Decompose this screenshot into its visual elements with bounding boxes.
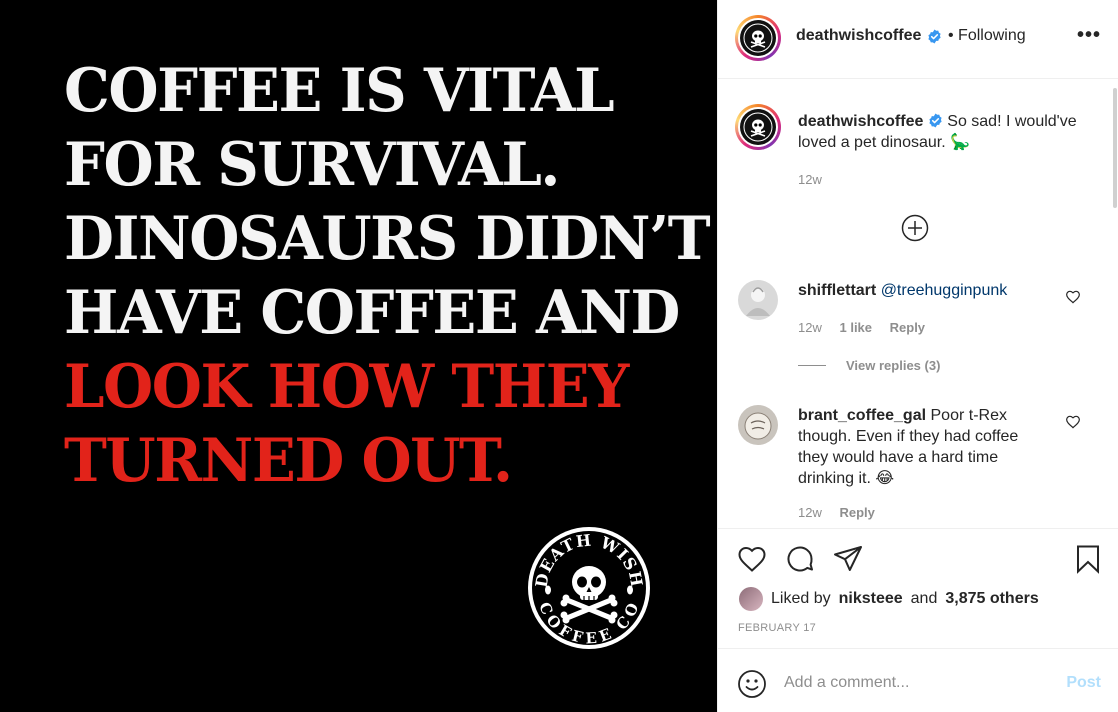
- comment-time[interactable]: 12w: [798, 320, 822, 335]
- divider-line: [798, 365, 826, 366]
- share-paper-plane-icon[interactable]: [832, 543, 864, 575]
- liked-by: Liked by niksteee and 3,875 others: [739, 587, 1039, 611]
- comment-username[interactable]: brant_coffee_gal: [798, 407, 926, 424]
- skull-icon: [743, 23, 773, 53]
- like-comment-heart-icon[interactable]: [1065, 289, 1081, 305]
- comments-list[interactable]: deathwishcoffee So sad! I would've loved…: [718, 80, 1118, 528]
- comment-avatar[interactable]: [738, 405, 778, 445]
- comment-time[interactable]: 12w: [798, 505, 822, 520]
- liker-avatar[interactable]: [739, 587, 763, 611]
- load-more-comments-icon[interactable]: [901, 214, 929, 242]
- add-comment-input[interactable]: [784, 669, 1044, 697]
- reply-button[interactable]: Reply: [839, 505, 874, 520]
- headline-line-red: LOOK HOW THEY: [64, 352, 629, 422]
- headline-line: FOR SURVIVAL.: [64, 130, 560, 200]
- liked-by-and: and: [910, 590, 938, 607]
- headline-line: DINOSAURS DIDN’T: [64, 204, 711, 274]
- header-username-text[interactable]: deathwishcoffee: [796, 27, 921, 45]
- view-replies-label[interactable]: View replies (3): [846, 358, 940, 373]
- skull-icon: [743, 112, 773, 142]
- headline-line-red: TURNED OUT.: [64, 426, 513, 496]
- headline-line: COFFEE IS VITAL: [64, 56, 615, 126]
- caption-body: deathwishcoffee So sad! I would've loved…: [798, 111, 1088, 153]
- caption-time[interactable]: 12w: [798, 172, 822, 187]
- post-comment-button[interactable]: Post: [1066, 674, 1101, 692]
- liked-by-others[interactable]: 3,875 others: [945, 590, 1038, 608]
- comment-mention[interactable]: @treehugginpunk: [881, 282, 1008, 299]
- caption-username[interactable]: deathwishcoffee: [798, 113, 923, 130]
- scrollbar[interactable]: [1113, 88, 1117, 208]
- comment-meta: 12w 1 like Reply: [798, 320, 939, 335]
- post-actions: Liked by niksteee and 3,875 others FEBRU…: [718, 528, 1118, 648]
- verified-badge-icon: [928, 28, 941, 44]
- death-wish-logo: DEATH WISH COFFEE CO: [528, 527, 650, 649]
- comment-body: brant_coffee_gal Poor t-Rex though. Even…: [798, 405, 1048, 489]
- user-avatar-image: [738, 280, 778, 320]
- more-horizontal-icon[interactable]: •••: [1077, 25, 1101, 45]
- following-button[interactable]: • Following: [948, 27, 1026, 45]
- verified-badge-icon: [929, 113, 942, 128]
- header-avatar[interactable]: [735, 15, 781, 61]
- user-avatar-image: [738, 405, 778, 445]
- comment-username[interactable]: shifflettart: [798, 282, 876, 299]
- post-header: deathwishcoffee • Following •••: [718, 0, 1118, 79]
- liked-by-prefix: Liked by: [771, 590, 831, 607]
- header-username[interactable]: deathwishcoffee: [796, 27, 942, 45]
- comment-likes[interactable]: 1 like: [839, 320, 872, 335]
- post-headline: COFFEE IS VITAL FOR SURVIVAL. DINOSAURS …: [64, 54, 711, 498]
- comment-avatar[interactable]: [738, 280, 778, 320]
- liked-by-user[interactable]: niksteee: [839, 590, 903, 608]
- comment-body: shifflettart @treehugginpunk: [798, 280, 1048, 301]
- comment-bubble-icon[interactable]: [784, 543, 816, 575]
- view-replies-button[interactable]: View replies (3): [798, 358, 940, 373]
- post-side-panel: deathwishcoffee • Following ••• deathwis…: [717, 0, 1118, 712]
- like-heart-icon[interactable]: [736, 543, 768, 575]
- add-comment-bar: Post: [718, 648, 1118, 712]
- save-bookmark-icon[interactable]: [1072, 543, 1104, 575]
- like-comment-heart-icon[interactable]: [1065, 414, 1081, 430]
- emoji-smiley-icon[interactable]: [737, 669, 767, 699]
- caption-avatar[interactable]: [735, 104, 781, 150]
- reply-button[interactable]: Reply: [890, 320, 925, 335]
- post-date[interactable]: FEBRUARY 17: [738, 622, 816, 634]
- comment-meta: 12w Reply: [798, 505, 889, 520]
- headline-line: HAVE COFFEE AND: [64, 278, 680, 348]
- post-image[interactable]: COFFEE IS VITAL FOR SURVIVAL. DINOSAURS …: [0, 0, 717, 712]
